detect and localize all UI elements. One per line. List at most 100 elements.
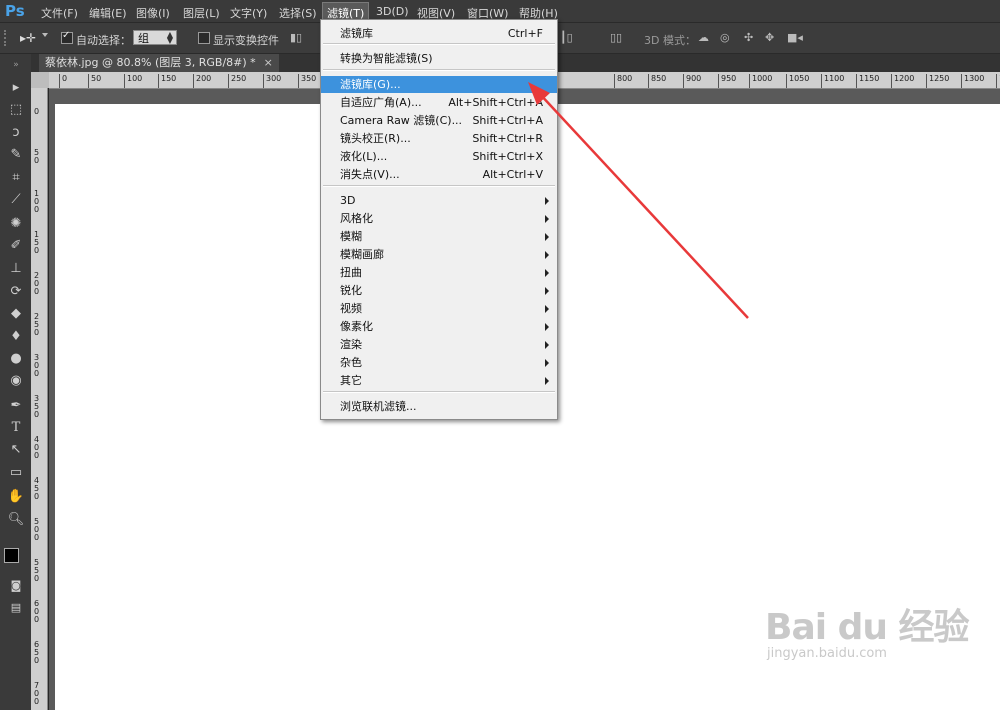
filter-menu-item[interactable]: 扭曲 [321,264,557,281]
filter-menu-item[interactable]: 镜头校正(R)... Shift+Ctrl+R [321,130,557,147]
ruler-tick-label: 200 [196,74,212,83]
rectangle-tool-icon[interactable]: ▭ [6,464,26,482]
history-brush-icon[interactable]: ⟳ [6,283,26,301]
filter-menu-item-label: 扭曲 [340,266,362,279]
menu-image[interactable]: 图像(I) [136,5,170,21]
blur-tool-icon[interactable]: ● [6,350,26,368]
ruler-tick-label: 1050 [789,74,810,83]
menu-select[interactable]: 选择(S) [279,5,317,21]
crop-tool-icon[interactable]: ⌗ [6,169,26,187]
menu-3d[interactable]: 3D(D) [376,5,409,18]
menu-layer[interactable]: 图层(L) [183,5,220,21]
show-transform-label: 显示变换控件 [213,34,279,47]
submenu-arrow-icon [545,323,549,331]
auto-select-label: 自动选择： [76,34,131,47]
close-tab-icon[interactable]: × [264,56,273,69]
filter-menu-item-label: 模糊画廊 [340,248,384,261]
path-select-icon[interactable]: ↖ [6,441,26,459]
filter-menu-item-label: 镜头校正(R)... [340,132,411,145]
menu-edit[interactable]: 编辑(E) [89,5,127,21]
healing-brush-icon[interactable]: ✺ [6,215,26,233]
3d-rotate-icon[interactable]: ☁ [698,31,709,44]
document-tab[interactable]: 蔡依林.jpg @ 80.8% (图层 3, RGB/8#) * × [39,54,279,72]
marquee-tool-icon[interactable]: ⬚ [6,101,26,119]
menu-separator [323,185,555,187]
hand-tool-icon[interactable]: ✋ [6,488,26,506]
filter-menu-item-label: 浏览联机滤镜... [340,400,417,413]
screen-mode-icon[interactable]: ▤ [6,599,26,617]
collapse-icon[interactable]: » [6,56,26,74]
ruler-tick [749,74,750,88]
move-tool-preset-icon[interactable]: ▸✛ [20,31,36,45]
ruler-tick-label: 2 0 0 [34,271,40,296]
ruler-origin[interactable] [31,72,49,88]
menu-file[interactable]: 文件(F) [41,5,78,21]
auto-select-checkbox[interactable] [61,30,73,44]
filter-menu-item[interactable]: 风格化 [321,210,557,227]
auto-align-icon[interactable]: ▯▯ [610,31,622,44]
distribute-icon[interactable]: ┃▯ [560,31,573,44]
show-transform-checkbox[interactable] [198,32,210,44]
ruler-tick-label: 850 [651,74,667,83]
options-grip[interactable] [4,30,10,46]
ruler-tick-label: 300 [266,74,282,83]
chevron-down-icon[interactable] [42,33,48,37]
foreground-color-swatch[interactable] [4,548,19,563]
auto-select-value: 组 [138,32,149,45]
auto-select-dropdown[interactable]: 组 ▲ ▼ [133,30,177,45]
3d-slide-icon[interactable]: ✥ [765,31,774,44]
filter-menu-item-label: 渲染 [340,338,362,351]
filter-menu-item[interactable]: 其它 [321,372,557,389]
dodge-tool-icon[interactable]: ◉ [6,372,26,390]
filter-menu-item[interactable]: 滤镜库(G)... [321,76,557,93]
filter-menu-item[interactable]: 杂色 [321,354,557,371]
vertical-ruler[interactable]: 0 5 0 1 0 0 1 5 0 2 0 0 2 5 0 3 0 0 3 5 0 4 0 0 4… [31,88,48,710]
filter-menu-item-label: 消失点(V)... [340,168,400,181]
submenu-arrow-icon [545,377,549,385]
ruler-tick-label: 5 0 [34,148,40,165]
brush-tool-icon[interactable]: ✐ [6,237,26,255]
ruler-tick-label: 4 0 0 [34,435,40,460]
ruler-tick [856,74,857,88]
ruler-tick [263,74,264,88]
filter-menu-item[interactable]: 自适应广角(A)... Alt+Shift+Ctrl+A [321,94,557,111]
filter-menu-item-shortcut: Alt+Ctrl+V [482,168,543,181]
filter-menu-item[interactable]: 视频 [321,300,557,317]
3d-pan-icon[interactable]: ✣ [744,31,753,44]
submenu-arrow-icon [545,269,549,277]
filter-menu-item[interactable]: 浏览联机滤镜... [321,398,557,415]
filter-menu-item[interactable]: 锐化 [321,282,557,299]
type-tool-icon[interactable]: T [6,419,26,437]
ruler-tick-label: 350 [301,74,317,83]
zoom-tool-icon[interactable]: 🔍︎ [6,511,26,529]
move-tool-icon[interactable]: ▸ [6,79,26,97]
menu-type[interactable]: 文字(Y) [230,5,267,21]
lasso-tool-icon[interactable]: ↄ [6,124,26,142]
quick-mask-icon[interactable]: ◙ [6,577,26,595]
filter-menu-item[interactable]: 消失点(V)... Alt+Ctrl+V [321,166,557,183]
filter-menu-item[interactable]: 渲染 [321,336,557,353]
eyedropper-tool-icon[interactable]: ⟋ [6,191,26,209]
filter-menu-item[interactable]: 3D [321,192,557,209]
filter-menu-item[interactable]: 液化(L)... Shift+Ctrl+X [321,148,557,165]
align-icon[interactable]: ▮▯ [290,31,302,44]
ruler-tick [821,74,822,88]
paint-bucket-icon[interactable]: ♦ [6,328,26,346]
eraser-tool-icon[interactable]: ◆ [6,305,26,323]
quick-select-tool-icon[interactable]: ✎ [6,146,26,164]
ruler-tick-label: 5 0 0 [34,517,40,542]
filter-menu-item[interactable]: 模糊 [321,228,557,245]
filter-menu-item[interactable]: 模糊画廊 [321,246,557,263]
ruler-tick [228,74,229,88]
pen-tool-icon[interactable]: ✒ [6,397,26,415]
filter-menu-item-shortcut: Alt+Shift+Ctrl+A [448,96,543,109]
filter-menu-item-shortcut: Shift+Ctrl+X [472,150,543,163]
filter-menu-item[interactable]: 像素化 [321,318,557,335]
ruler-tick [961,74,962,88]
filter-menu-item[interactable]: 转换为智能滤镜(S) [321,50,557,67]
clone-stamp-icon[interactable]: ⊥ [6,260,26,278]
filter-menu-item[interactable]: 滤镜库 Ctrl+F [321,25,557,42]
3d-roll-icon[interactable]: ◎ [720,31,730,44]
filter-menu-item[interactable]: Camera Raw 滤镜(C)... Shift+Ctrl+A [321,112,557,129]
3d-scale-icon[interactable]: ■◂ [787,31,803,44]
